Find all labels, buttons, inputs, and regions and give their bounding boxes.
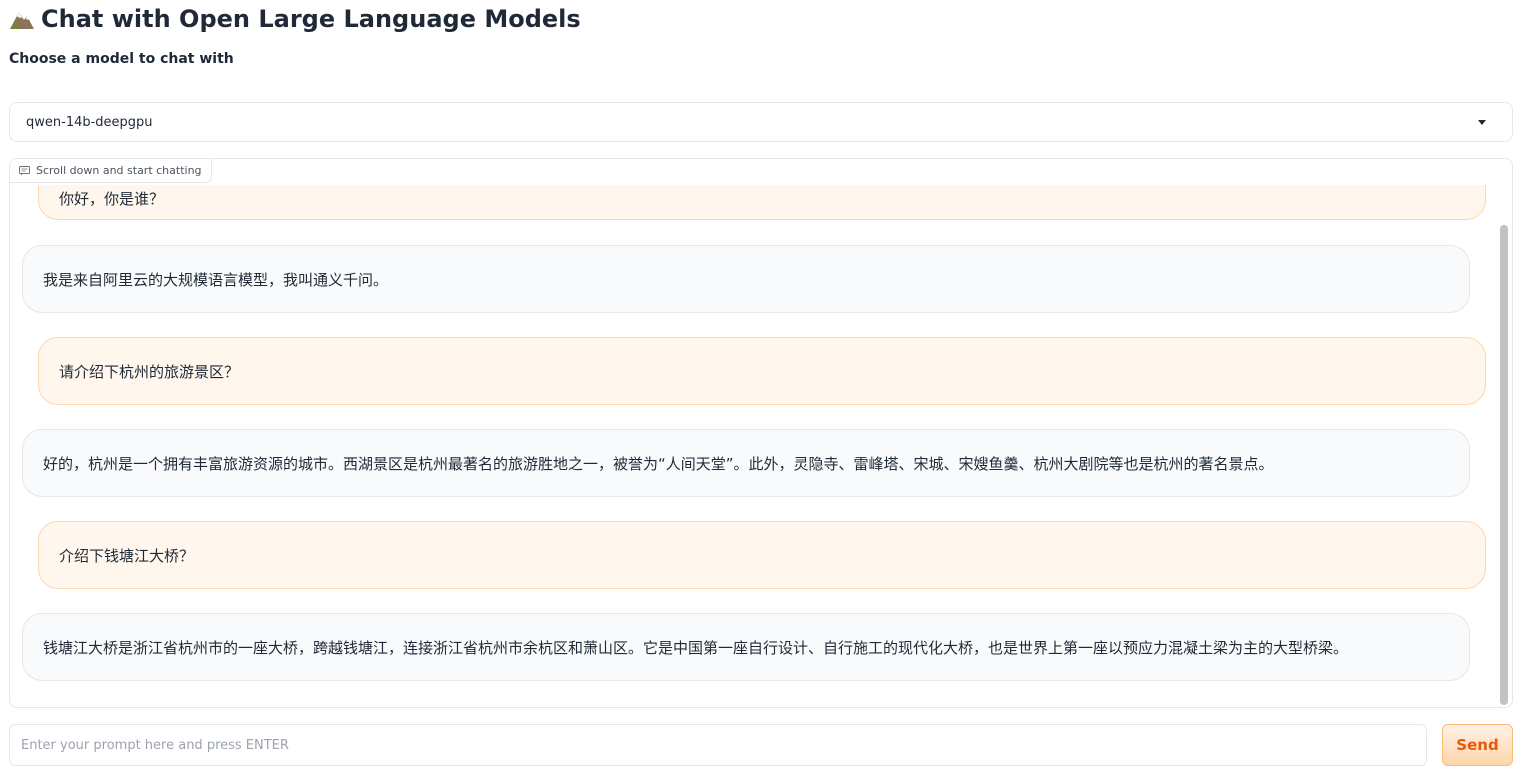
user-message: 介绍下钱塘江大桥？: [38, 521, 1486, 589]
chatbot-label-text: Scroll down and start chatting: [36, 164, 202, 177]
chat-scrollbar-thumb[interactable]: [1500, 225, 1508, 705]
model-dropdown[interactable]: qwen-14b-deepgpu: [9, 102, 1513, 142]
message-text: 介绍下钱塘江大桥？: [59, 546, 195, 565]
app-root: Chat with Open Large Language Models Cho…: [0, 0, 1519, 773]
chat-bubble-icon: [19, 165, 30, 175]
prompt-input[interactable]: [9, 724, 1427, 766]
chatbot-panel: Scroll down and start chatting 你好，你是谁？ 我…: [9, 158, 1513, 708]
bot-message: 好的，杭州是一个拥有丰富旅游资源的城市。西湖景区是杭州最著名的旅游胜地之一，被誉…: [22, 429, 1470, 497]
message-text: 好的，杭州是一个拥有丰富旅游资源的城市。西湖景区是杭州最著名的旅游胜地之一，被誉…: [43, 454, 1274, 473]
message-text: 我是来自阿里云的大规模语言模型，我叫通义千问。: [43, 270, 389, 289]
chatbot-label: Scroll down and start chatting: [10, 159, 212, 183]
caret-down-icon: [1478, 120, 1486, 125]
model-dropdown-value: qwen-14b-deepgpu: [26, 114, 153, 130]
message-text: 钱塘江大桥是浙江省杭州市的一座大桥，跨越钱塘江，连接浙江省杭州市余杭区和萧山区。…: [43, 638, 1349, 657]
model-select-label: Choose a model to chat with: [9, 51, 234, 67]
message-text: 你好，你是谁？: [59, 190, 165, 208]
user-message: 你好，你是谁？: [38, 185, 1486, 220]
message-list: 你好，你是谁？ 我是来自阿里云的大规模语言模型，我叫通义千问。 请介绍下杭州的旅…: [10, 185, 1498, 707]
bot-message: 我是来自阿里云的大规模语言模型，我叫通义千问。: [22, 245, 1470, 313]
user-message: 请介绍下杭州的旅游景区？: [38, 337, 1486, 405]
send-button[interactable]: Send: [1442, 724, 1513, 766]
message-text: 请介绍下杭州的旅游景区？: [59, 362, 240, 381]
mountain-icon: [10, 12, 34, 29]
page-title: Chat with Open Large Language Models: [9, 4, 581, 34]
page-title-text: Chat with Open Large Language Models: [41, 5, 581, 33]
bot-message: 钱塘江大桥是浙江省杭州市的一座大桥，跨越钱塘江，连接浙江省杭州市余杭区和萧山区。…: [22, 613, 1470, 681]
chat-scrollbar[interactable]: [1498, 185, 1508, 707]
